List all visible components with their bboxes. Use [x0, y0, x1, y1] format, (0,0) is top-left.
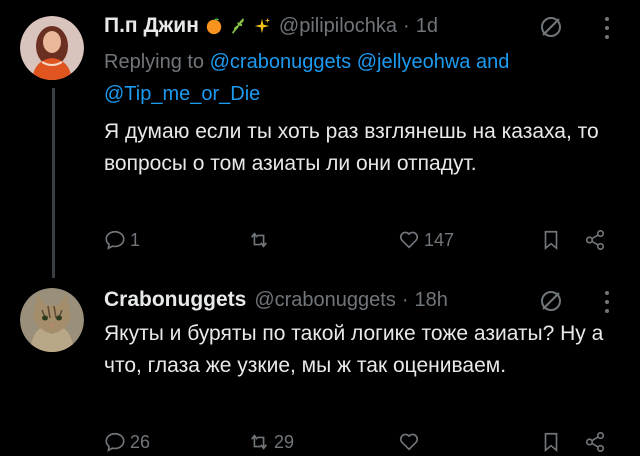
mention-link[interactable]: @crabonuggets — [210, 51, 352, 73]
tweet-actions: 1 147 — [104, 226, 614, 254]
author-name[interactable]: П.п Джин — [104, 14, 199, 38]
tweet-header: Crabonuggets @crabonuggets · 18h — [104, 286, 448, 314]
tweet-text: Якуты и буряты по такой логике тоже азиа… — [104, 322, 604, 377]
separator-dot: · — [401, 288, 409, 311]
tweet-text: Я думаю если ты хоть раз взглянешь на ка… — [104, 120, 599, 175]
mention-link[interactable]: @jellyeohwa — [357, 51, 471, 73]
share-icon — [585, 230, 605, 250]
share-icon — [585, 432, 605, 452]
replying-to-label: Replying to — [104, 51, 205, 73]
muted-icon[interactable] — [538, 14, 564, 40]
avatar[interactable] — [20, 288, 84, 352]
retweet-count: 29 — [274, 431, 295, 452]
separator-dot: · — [403, 14, 410, 37]
tweet-header: П.п Джин @pilipilochka · 1d — [104, 12, 438, 40]
reply-icon — [105, 432, 125, 452]
retweet-icon — [251, 434, 267, 450]
share-button[interactable] — [584, 226, 606, 254]
reply-button[interactable]: 1 — [104, 226, 140, 254]
reply-count: 26 — [130, 431, 151, 452]
replying-to: Replying to @crabonuggets @jellyeohwa an… — [104, 46, 604, 110]
herb-emoji-icon — [231, 18, 245, 34]
thread-line — [52, 88, 55, 278]
author-handle[interactable]: @crabonuggets — [254, 289, 396, 312]
like-count: 147 — [424, 229, 455, 250]
more-icon[interactable] — [604, 17, 610, 39]
tweet-1[interactable]: П.п Джин @pilipilochka · 1d Replying to … — [0, 0, 640, 280]
like-icon — [399, 433, 419, 451]
bookmark-button[interactable] — [540, 226, 562, 254]
mention-link[interactable]: @Tip_me_or_Die — [104, 83, 260, 105]
more-icon[interactable] — [604, 291, 610, 313]
author-name[interactable]: Crabonuggets — [104, 288, 246, 312]
bookmark-icon — [544, 230, 558, 251]
tweet-2[interactable]: Crabonuggets @crabonuggets · 18h Якуты и… — [0, 280, 640, 453]
retweet-icon — [251, 232, 267, 248]
reply-icon — [105, 230, 125, 250]
like-button[interactable]: 147 — [398, 226, 454, 254]
like-icon — [399, 231, 419, 249]
muted-icon[interactable] — [538, 288, 564, 314]
tangerine-emoji-icon — [206, 18, 222, 35]
bookmark-icon — [544, 432, 558, 453]
reply-count: 1 — [130, 229, 141, 250]
timestamp[interactable]: 1d — [416, 15, 438, 38]
author-handle[interactable]: @pilipilochka — [279, 15, 397, 38]
sparkles-emoji-icon — [254, 17, 270, 34]
avatar[interactable] — [20, 16, 84, 80]
retweet-button[interactable] — [248, 226, 274, 254]
mention-joiner: and — [475, 51, 510, 73]
timestamp[interactable]: 18h — [415, 289, 448, 312]
